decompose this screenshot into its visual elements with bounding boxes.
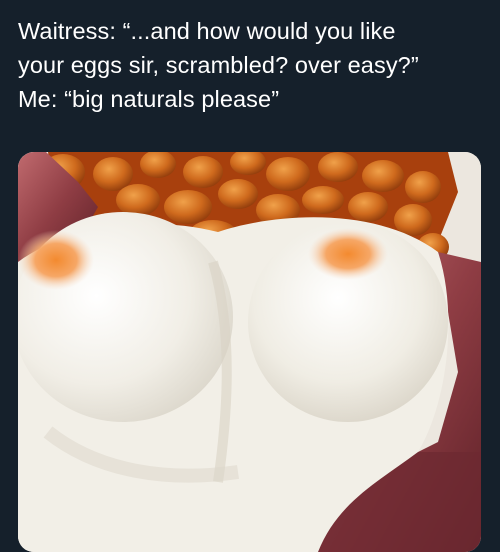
tweet-text: Waitress: “...and how would you like you… [18, 14, 488, 116]
tweet-photo[interactable] [18, 152, 481, 552]
yolk-left [18, 230, 94, 290]
tweet-text-line: Waitress: “...and how would you like [18, 18, 396, 44]
tweet-text-line: your eggs sir, scrambled? over easy?” [18, 52, 419, 78]
yolk-right [308, 228, 388, 280]
tweet-text-line: Me: “big naturals please” [18, 86, 280, 112]
food-photo-illustration [18, 152, 481, 552]
